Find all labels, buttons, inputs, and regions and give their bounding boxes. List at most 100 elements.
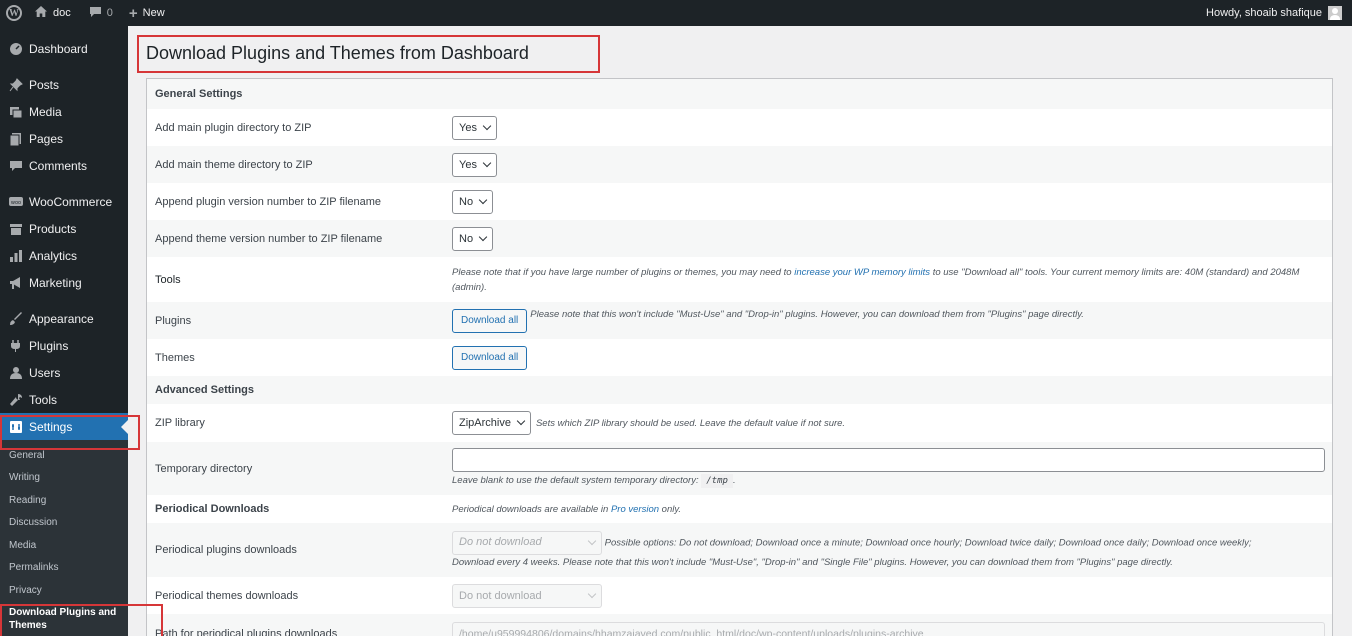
settings-form: General Settings Add main plugin directo…: [146, 78, 1333, 636]
megaphone-icon: [8, 275, 24, 291]
sidebar-item-comments[interactable]: Comments: [0, 152, 128, 179]
temp-dir-input[interactable]: [452, 448, 1325, 472]
sidebar-item-tools[interactable]: Tools: [0, 386, 128, 413]
sidebar-item-label: Tools: [29, 392, 58, 407]
main-theme-dir-select[interactable]: Yes: [452, 152, 497, 177]
user-icon: [8, 365, 24, 381]
row-periodical-plugins: Periodical plugins downloads Do not down…: [147, 523, 1332, 577]
temp-dir-code: /tmp: [701, 474, 733, 488]
note-text: Leave blank to use the default system te…: [452, 475, 702, 486]
sidebar-item-label: Marketing: [29, 275, 82, 290]
highlight-box: [0, 415, 140, 450]
sidebar-item-plugins[interactable]: Plugins: [0, 332, 128, 359]
zip-library-select[interactable]: ZipArchive: [452, 411, 531, 435]
wrench-icon: [8, 392, 24, 408]
admin-bar: W doc 0 + New Howdy, shoaib shafique: [0, 0, 1352, 26]
sidebar-item-label: WooCommerce: [29, 194, 113, 209]
submenu-item-media[interactable]: Media: [0, 534, 128, 557]
submenu-item-writing[interactable]: Writing: [0, 467, 128, 490]
home-icon: [34, 5, 48, 21]
chart-icon: [8, 248, 24, 264]
my-account-link[interactable]: Howdy, shoaib shafique: [1200, 0, 1352, 26]
sidebar-item-label: Users: [29, 365, 61, 380]
row-main-plugin-dir: Add main plugin directory to ZIP Yes: [147, 109, 1332, 146]
comment-icon: [8, 158, 24, 174]
chevron-down-icon: [587, 536, 597, 545]
periodical-plugins-select[interactable]: Do not download: [452, 530, 602, 555]
zip-library-note: Sets which ZIP library should be used. L…: [535, 417, 846, 429]
field-label: Add main theme directory to ZIP: [155, 158, 313, 171]
wordpress-logo-icon[interactable]: W: [0, 0, 28, 26]
temp-dir-note: Leave blank to use the default system te…: [452, 473, 736, 489]
highlight-box: [0, 604, 163, 636]
row-plugins: Plugins Download all Please note that th…: [147, 302, 1332, 339]
section-advanced: Advanced Settings: [147, 376, 1332, 404]
theme-version-select[interactable]: No: [452, 226, 494, 251]
sidebar-item-products[interactable]: Products: [0, 215, 128, 242]
row-temp-dir: Temporary directory Leave blank to use t…: [147, 442, 1332, 495]
archive-icon: [8, 221, 24, 237]
sidebar-item-media[interactable]: Media: [0, 98, 128, 125]
periodical-note: Periodical downloads are available in Pr…: [452, 502, 681, 517]
download-all-themes-button[interactable]: Download all: [452, 345, 528, 370]
plugin-version-select[interactable]: No: [452, 189, 494, 214]
sidebar-item-pages[interactable]: Pages: [0, 125, 128, 152]
sidebar-item-users[interactable]: Users: [0, 359, 128, 386]
memory-limits-link[interactable]: increase your WP memory limits: [794, 267, 930, 278]
sidebar-item-label: Comments: [29, 158, 88, 173]
periodical-themes-select[interactable]: Do not download: [452, 583, 602, 608]
chevron-down-icon: [482, 158, 492, 167]
submenu-item-reading[interactable]: Reading: [0, 489, 128, 512]
admin-sidebar: Dashboard Posts Media Pages Comments woo…: [0, 26, 128, 636]
site-name-link[interactable]: doc: [28, 0, 77, 26]
sidebar-item-appearance[interactable]: Appearance: [0, 305, 128, 332]
chevron-down-icon: [516, 416, 526, 426]
sidebar-item-label: Products: [29, 221, 77, 236]
howdy-text: Howdy, shoaib shafique: [1206, 7, 1322, 19]
sidebar-item-woocommerce[interactable]: woo WooCommerce: [0, 188, 128, 215]
new-label: New: [142, 7, 165, 19]
sidebar-item-marketing[interactable]: Marketing: [0, 269, 128, 296]
field-label: Path for periodical plugins downloads: [155, 628, 338, 636]
site-name: doc: [53, 7, 71, 19]
media-icon: [8, 104, 24, 120]
periodical-path-input[interactable]: /home/u959994806/domains/hhamzajaved.com…: [452, 622, 1325, 636]
new-content-link[interactable]: + New: [123, 0, 171, 26]
plug-icon: [8, 338, 24, 354]
sidebar-item-label: Media: [29, 104, 62, 119]
main-plugin-dir-select[interactable]: Yes: [452, 115, 497, 140]
row-themes: Themes Download all: [147, 339, 1332, 376]
note-text: Periodical downloads are available in: [452, 503, 611, 515]
field-label: Append theme version number to ZIP filen…: [155, 232, 383, 245]
tools-heading: Tools: [155, 273, 181, 286]
field-label: Temporary directory: [155, 462, 253, 475]
comments-link[interactable]: 0: [83, 0, 119, 26]
note-text: Download every 4 weeks. Please note that…: [452, 556, 1173, 568]
chevron-down-icon: [587, 589, 597, 598]
select-value: No: [459, 232, 474, 245]
field-label: Add main plugin directory to ZIP: [155, 121, 312, 134]
field-label: Append plugin version number to ZIP file…: [155, 195, 382, 208]
tools-note: Please note that if you have large numbe…: [452, 265, 1327, 295]
select-value: Do not download: [459, 536, 542, 548]
section-general: General Settings: [147, 79, 1332, 109]
field-label: Periodical plugins downloads: [155, 544, 297, 556]
row-tools: Tools Please note that if you have large…: [147, 257, 1332, 302]
submenu-item-discussion[interactable]: Discussion: [0, 512, 128, 535]
main-content: Download Plugins and Themes from Dashboa…: [128, 26, 1352, 636]
sidebar-item-analytics[interactable]: Analytics: [0, 242, 128, 269]
sidebar-item-dashboard[interactable]: Dashboard: [0, 35, 128, 62]
section-heading: Advanced Settings: [155, 384, 255, 396]
pro-version-link[interactable]: Pro version: [611, 504, 659, 515]
submenu-item-permalinks[interactable]: Permalinks: [0, 557, 128, 580]
sidebar-item-posts[interactable]: Posts: [0, 71, 128, 98]
chevron-down-icon: [478, 195, 488, 204]
plus-icon: +: [128, 4, 138, 22]
download-all-plugins-button[interactable]: Download all: [452, 308, 528, 333]
submenu-item-privacy[interactable]: Privacy: [0, 579, 128, 602]
pin-icon: [8, 77, 24, 93]
select-value: Yes: [459, 158, 477, 171]
select-value: ZipArchive: [459, 417, 511, 429]
svg-text:woo: woo: [11, 200, 21, 206]
comments-count: 0: [106, 7, 113, 19]
